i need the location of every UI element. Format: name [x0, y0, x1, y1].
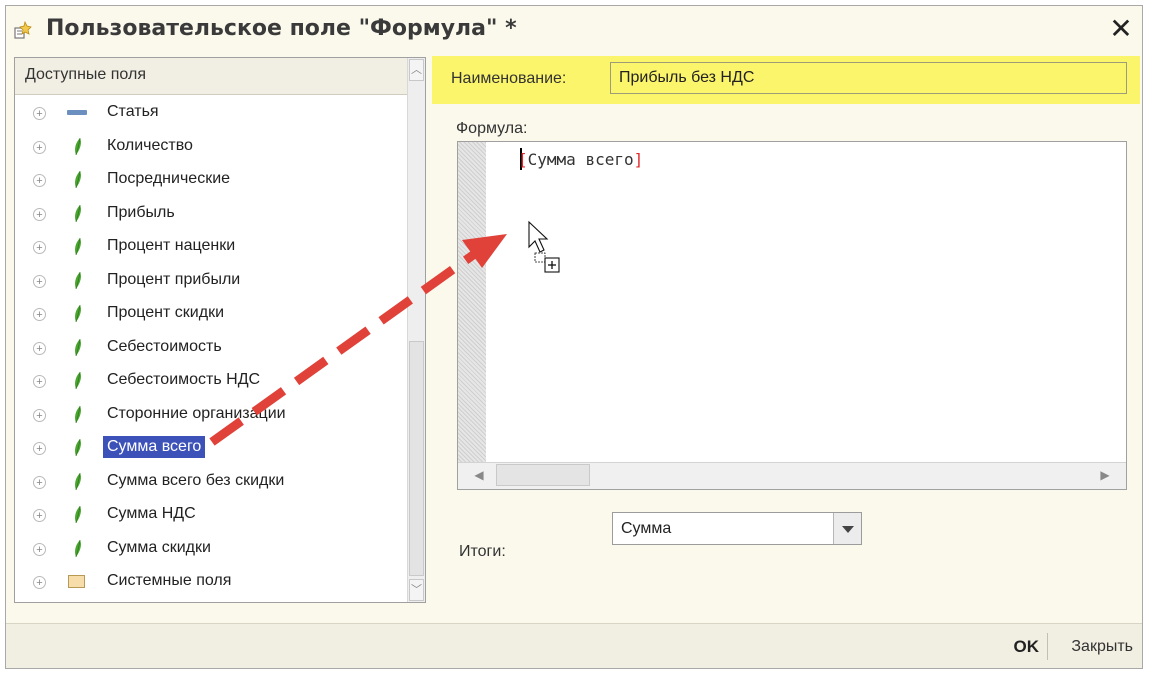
button-separator — [1047, 633, 1048, 660]
tree-item[interactable]: + Посреднические — [15, 170, 410, 203]
expand-icon[interactable]: + — [33, 308, 46, 321]
expand-icon[interactable]: + — [33, 509, 46, 522]
tree-item[interactable]: + Процент скидки — [15, 304, 410, 337]
available-fields-title: Доступные поля — [25, 66, 146, 83]
dialog-title: Пользовательское поле "Формула" * — [46, 16, 517, 41]
tree-item[interactable]: + Сумма всего — [15, 436, 410, 471]
expand-icon[interactable]: + — [33, 442, 46, 455]
editor-horizontal-scrollbar[interactable]: ◀ ▶ — [458, 462, 1126, 489]
name-label: Наименование: — [451, 70, 567, 87]
leaf-icon — [75, 372, 81, 389]
tree-item[interactable]: + Сумма всего без скидки — [15, 471, 410, 505]
formula-open-bracket: [ — [518, 150, 528, 169]
ok-button[interactable]: OK — [1014, 637, 1040, 657]
expand-icon[interactable]: + — [33, 207, 46, 221]
editor-gutter — [458, 142, 486, 489]
formula-editor[interactable]: [Сумма всего] ◀ ▶ — [457, 141, 1127, 490]
formula-text[interactable]: [Сумма всего] — [518, 150, 643, 169]
totals-value: Сумма — [621, 520, 672, 537]
leaf-icon — [75, 439, 81, 456]
expand-icon[interactable]: + — [33, 475, 46, 489]
dialog-button-bar: OK Закрыть — [6, 623, 1142, 668]
tree-item[interactable]: + Сумма НДС — [15, 505, 410, 538]
tree-item-label: Сумма всего без скидки — [107, 471, 285, 489]
leaf-icon — [75, 405, 81, 423]
scroll-thumb[interactable] — [409, 341, 424, 576]
tree-item[interactable]: + Прибыль — [15, 203, 410, 237]
expand-icon[interactable]: + — [33, 408, 46, 422]
totals-label: Итоги: — [459, 543, 506, 560]
leaf-icon — [75, 271, 81, 289]
name-input[interactable] — [610, 62, 1127, 94]
tree-item[interactable]: + Сторонние организации — [15, 404, 410, 438]
formula-label: Формула: — [456, 120, 528, 137]
tree-item-label: Прибыль — [107, 203, 175, 221]
scroll-left-icon[interactable]: ◀ — [462, 465, 496, 485]
expand-icon[interactable]: + — [33, 542, 46, 556]
tree-item[interactable]: + Сумма скидки — [15, 538, 410, 572]
tree-item-label: Системные поля — [107, 572, 232, 589]
leaf-icon — [75, 472, 81, 490]
scroll-down-icon[interactable]: ﹀ — [409, 579, 424, 601]
tree-item-label: Сумма скидки — [107, 538, 211, 556]
tree-item-label: Сторонние организации — [107, 404, 286, 422]
expand-icon[interactable]: + — [33, 107, 46, 120]
leaf-icon — [75, 305, 81, 322]
tree-item-label: Процент наценки — [107, 237, 236, 254]
close-window-icon[interactable]: ✕ — [1108, 15, 1134, 43]
tree-item[interactable]: + Количество — [15, 136, 410, 170]
expand-icon[interactable]: + — [33, 375, 46, 388]
available-fields-panel: Доступные поля + Статья + Количество + Посред… — [14, 57, 426, 603]
tree-item-label: Количество — [107, 136, 193, 154]
expand-icon[interactable]: + — [33, 576, 46, 589]
tree-item[interactable]: + Процент наценки — [15, 237, 410, 270]
tree-item[interactable]: + Системные поля — [15, 572, 410, 602]
leaf-icon — [75, 238, 81, 255]
available-fields-header: Доступные поля — [15, 58, 408, 95]
folder-icon — [68, 575, 85, 588]
totals-select[interactable]: Сумма — [612, 512, 862, 545]
tree-item[interactable]: + Процент прибыли — [15, 270, 410, 304]
chevron-down-icon[interactable] — [833, 513, 861, 544]
expand-icon[interactable]: + — [33, 274, 46, 288]
leaf-icon — [75, 506, 81, 523]
fields-vertical-scrollbar[interactable]: ︿ ﹀ — [407, 58, 425, 602]
tree-item[interactable]: + Себестоимость НДС — [15, 371, 410, 404]
tree-item-label: Себестоимость — [107, 337, 222, 355]
leaf-icon — [75, 204, 81, 222]
leaf-icon — [75, 171, 81, 188]
leaf-icon — [75, 137, 81, 155]
custom-field-icon — [14, 20, 32, 39]
tree-item-label: Себестоимость НДС — [107, 371, 261, 388]
horizontal-scroll-thumb[interactable] — [496, 464, 590, 486]
formula-field-name: Сумма всего — [527, 150, 634, 169]
scroll-up-icon[interactable]: ︿ — [409, 59, 424, 81]
expand-icon[interactable]: + — [33, 140, 46, 154]
dash-icon — [67, 110, 87, 115]
expand-icon[interactable]: + — [33, 241, 46, 254]
tree-item-label: Сумма НДС — [107, 505, 196, 522]
tree-item-label: Процент прибыли — [107, 270, 241, 288]
expand-icon[interactable]: + — [33, 341, 46, 355]
tree-item-label: Статья — [107, 103, 159, 120]
tree-item-label: Сумма всего — [103, 436, 206, 458]
close-button[interactable]: Закрыть — [1071, 638, 1133, 656]
leaf-icon — [75, 539, 81, 557]
leaf-icon — [75, 338, 81, 356]
expand-icon[interactable]: + — [33, 174, 46, 187]
scroll-right-icon[interactable]: ▶ — [1088, 465, 1122, 485]
tree-item[interactable]: + Себестоимость — [15, 337, 410, 371]
formula-close-bracket: ] — [633, 150, 644, 169]
tree-item-label: Процент скидки — [107, 304, 224, 321]
tree-item-label: Посреднические — [107, 170, 231, 187]
title-bar: Пользовательское поле "Формула" * ✕ — [6, 6, 1142, 50]
tree-item[interactable]: + Статья — [15, 103, 410, 136]
